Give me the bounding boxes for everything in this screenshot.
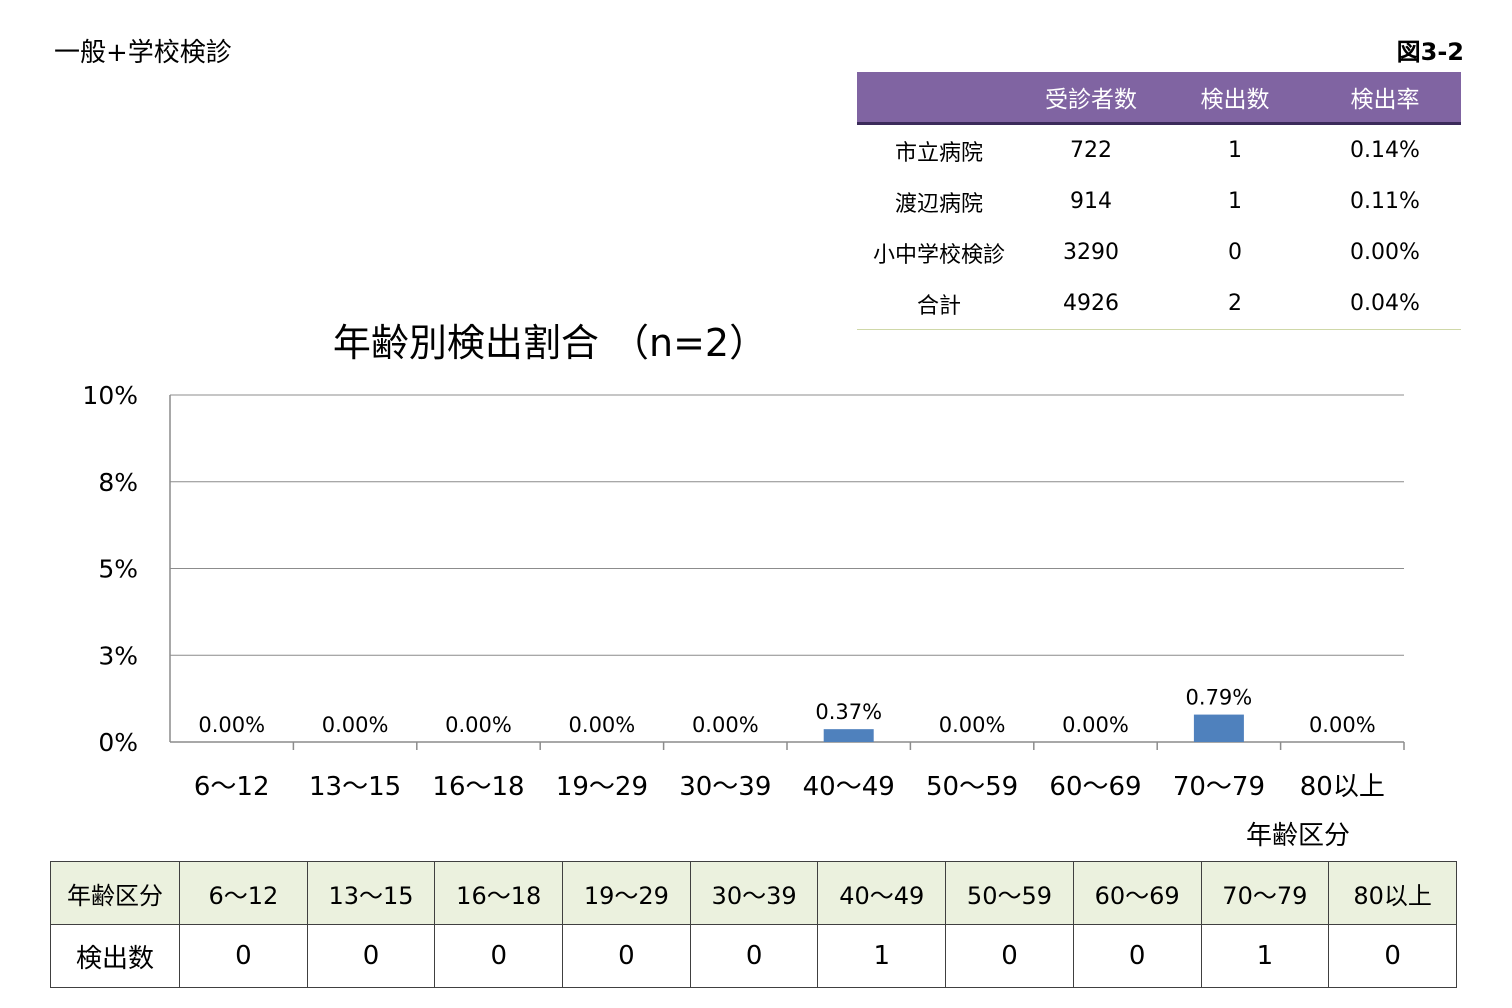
age-table-count-cell: 1	[817, 924, 947, 988]
y-tick-label: 5%	[98, 555, 138, 584]
y-tick-label: 10%	[82, 381, 138, 410]
age-table-header-cell: 6〜12	[179, 861, 308, 925]
age-table-row-label: 検出数	[50, 924, 180, 988]
x-tick-label: 80以上	[1300, 772, 1385, 802]
age-table-header-cell: 80以上	[1328, 861, 1457, 925]
age-table-count-row: 検出数 0 0 0 0 0 1 0 0 1 0	[50, 924, 1457, 988]
x-tick-label: 16〜18	[432, 772, 524, 802]
age-table-header-cell: 13〜15	[306, 861, 436, 925]
x-tick-label: 19〜29	[556, 772, 648, 802]
data-label: 0.00%	[1062, 713, 1129, 737]
age-table-header-cell: 70〜79	[1200, 861, 1330, 925]
y-tick-label: 8%	[98, 468, 138, 497]
x-tick-label: 60〜69	[1049, 772, 1141, 802]
age-table-count-cell: 0	[1328, 924, 1457, 988]
age-table-header-cell: 16〜18	[434, 861, 564, 925]
age-table-header-cell: 19〜29	[562, 861, 691, 925]
x-axis-title: 年齢区分	[1246, 821, 1351, 851]
data-label: 0.79%	[1186, 686, 1253, 710]
age-table-count-cell: 0	[945, 924, 1074, 988]
x-tick-label: 70〜79	[1173, 772, 1265, 802]
y-tick-label: 3%	[98, 641, 138, 670]
x-tick-label: 40〜49	[803, 772, 895, 802]
data-label: 0.00%	[445, 713, 512, 737]
bar	[823, 729, 874, 742]
data-label: 0.00%	[198, 713, 265, 737]
x-tick-label: 6〜12	[194, 772, 270, 802]
bar	[1193, 714, 1244, 742]
age-table-count-cell: 0	[562, 924, 691, 988]
age-count-table: 年齢区分 6〜12 13〜15 16〜18 19〜29 30〜39 40〜49 …	[50, 861, 1457, 988]
data-label: 0.00%	[1309, 713, 1376, 737]
age-table-header-cell: 50〜59	[945, 861, 1074, 925]
age-table-count-cell: 0	[434, 924, 564, 988]
x-tick-label: 13〜15	[309, 772, 401, 802]
age-table-count-cell: 0	[1072, 924, 1202, 988]
age-table-count-cell: 0	[179, 924, 308, 988]
age-table-header-cell: 30〜39	[689, 861, 819, 925]
age-table-header-label: 年齢区分	[50, 861, 180, 925]
data-label: 0.00%	[322, 713, 389, 737]
age-table-header-cell: 40〜49	[817, 861, 947, 925]
age-table-count-cell: 0	[306, 924, 436, 988]
data-label: 0.00%	[939, 713, 1006, 737]
x-tick-label: 50〜59	[926, 772, 1018, 802]
age-table-count-cell: 1	[1200, 924, 1330, 988]
data-label: 0.00%	[692, 713, 759, 737]
x-tick-label: 30〜39	[679, 772, 771, 802]
data-label: 0.00%	[569, 713, 636, 737]
age-table-header-cell: 60〜69	[1072, 861, 1202, 925]
age-table-count-cell: 0	[689, 924, 819, 988]
bar-chart: 0% 3% 5% 8% 10% 0.00% 6〜12 0.00% 13〜15 0.00% 16〜18…	[82, 381, 1405, 802]
age-table-header-row: 年齢区分 6〜12 13〜15 16〜18 19〜29 30〜39 40〜49 …	[50, 861, 1457, 925]
y-tick-label: 0%	[98, 728, 138, 757]
data-label: 0.37%	[815, 700, 882, 724]
